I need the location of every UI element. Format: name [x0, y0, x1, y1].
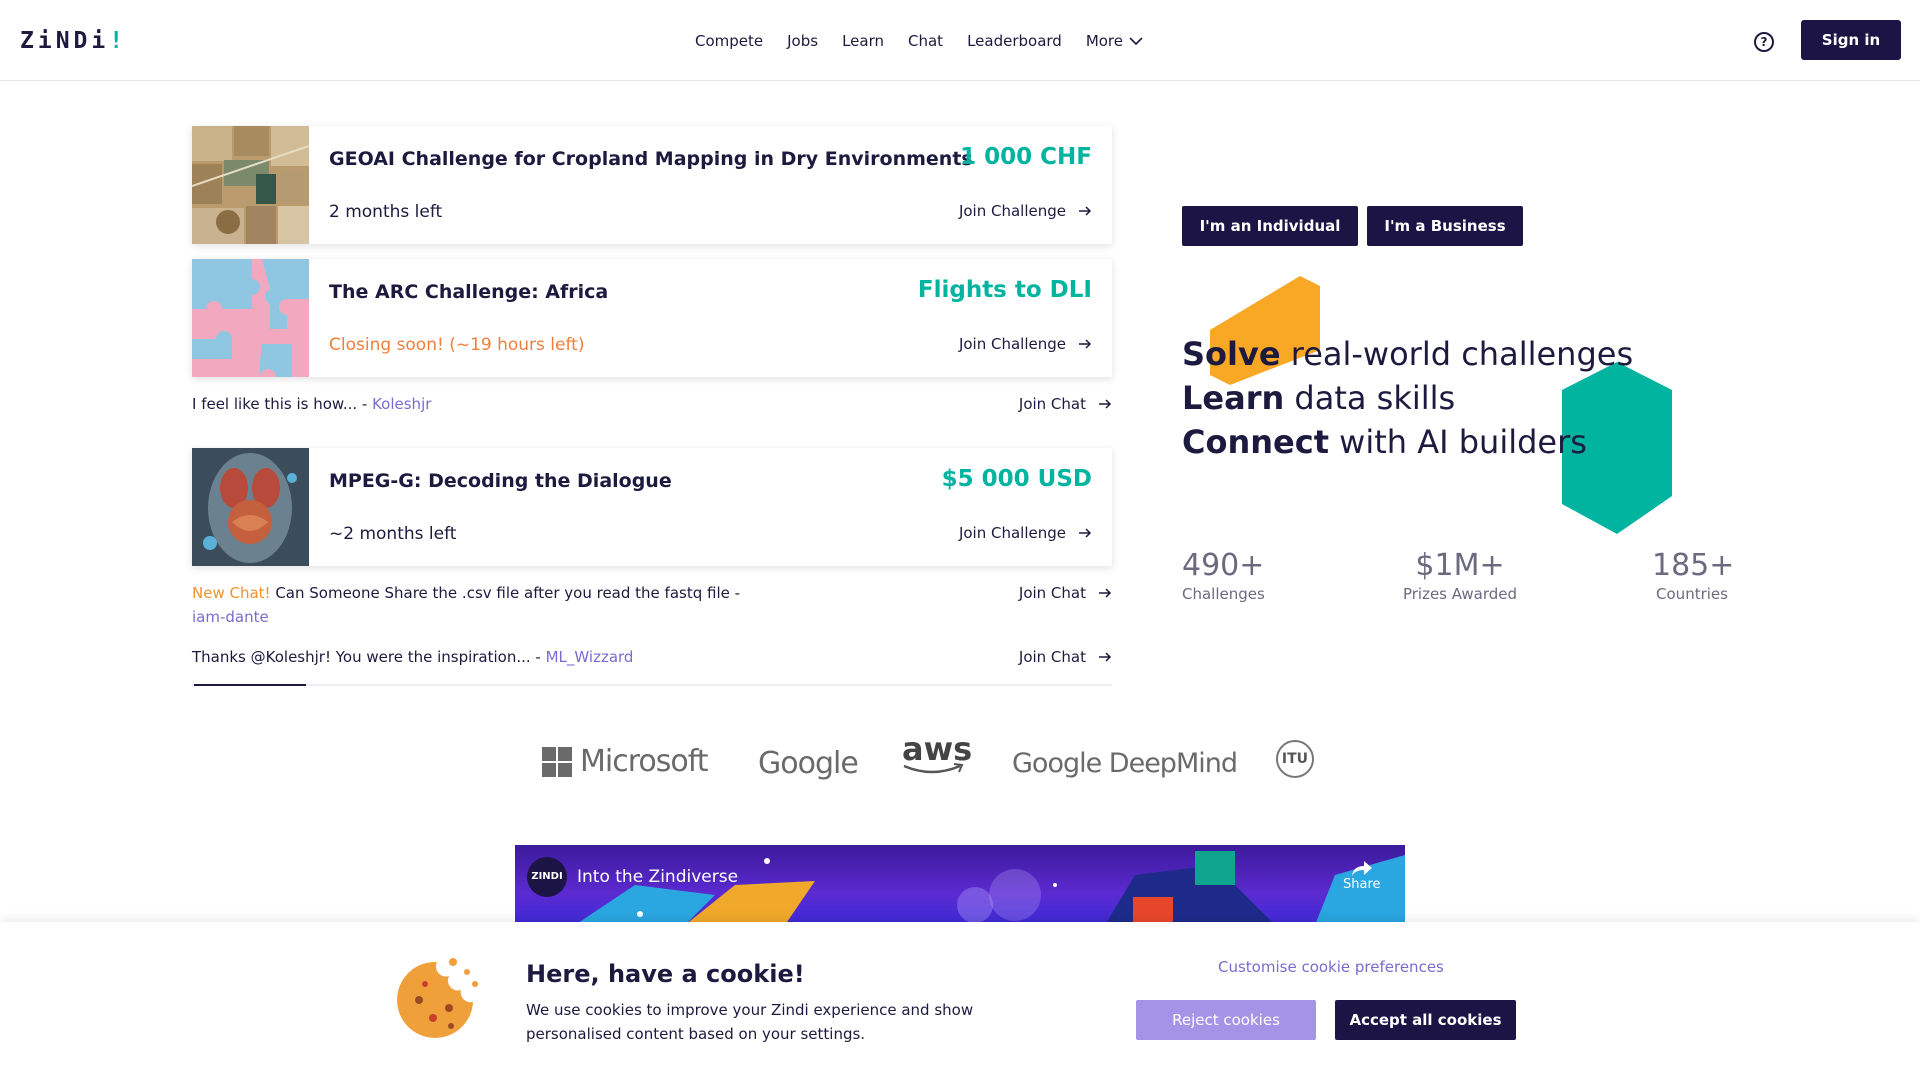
chat-text: I feel like this is how... -: [192, 395, 373, 413]
join-chat-label: Join Chat: [1018, 584, 1086, 602]
stat-prizes: $1M+ Prizes Awarded: [1400, 548, 1520, 603]
join-challenge-label: Join Challenge: [958, 524, 1066, 542]
hero-tagline: Solve real-world challenges Learn data s…: [1182, 332, 1633, 464]
nav-learn[interactable]: Learn: [842, 32, 884, 50]
stat-label: Challenges: [1182, 585, 1265, 603]
chat-user-link[interactable]: iam-dante: [192, 608, 269, 626]
join-challenge-link[interactable]: Join Challenge: [959, 335, 1092, 353]
join-challenge-link[interactable]: Join Challenge: [959, 524, 1092, 542]
logo-bang: !: [109, 28, 128, 54]
share-label: Share: [1343, 877, 1381, 892]
reject-cookies-button[interactable]: Reject cookies: [1136, 1000, 1316, 1040]
arrow-right-icon: [1099, 399, 1112, 409]
scroll-indicator: [194, 684, 306, 686]
challenge-card[interactable]: The ARC Challenge: Africa Flights to DLI…: [192, 259, 1112, 377]
join-chat-label: Join Chat: [1018, 395, 1086, 413]
microsoft-logo: Microsoft: [542, 744, 709, 779]
stat-value: 185+: [1652, 548, 1735, 583]
new-chat-badge: New Chat!: [192, 584, 271, 602]
join-chat-label: Join Chat: [1018, 648, 1086, 666]
challenge-prize: 1 000 CHF: [960, 144, 1092, 170]
accept-cookies-button[interactable]: Accept all cookies: [1335, 1000, 1516, 1040]
stat-countries: 185+ Countries: [1652, 548, 1735, 603]
challenge-thumbnail: [192, 448, 309, 566]
challenge-status: Closing soon! (~19 hours left): [329, 335, 585, 355]
top-nav-bar: ZiNDi! Compete Jobs Learn Chat Leaderboa…: [0, 0, 1920, 81]
help-icon[interactable]: ?: [1754, 32, 1774, 52]
chat-text: Can Someone Share the .csv file after yo…: [270, 584, 741, 602]
chat-message: New Chat! Can Someone Share the .csv fil…: [192, 581, 762, 629]
challenge-title[interactable]: The ARC Challenge: Africa: [329, 281, 608, 303]
nav-more-label: More: [1085, 32, 1123, 50]
stat-label: Countries: [1656, 585, 1728, 603]
deepmind-logo: Google DeepMind: [1012, 748, 1238, 779]
partner-logos: Microsoft Google aws Google DeepMind ITU: [540, 730, 1320, 790]
cookie-banner: Here, have a cookie! We use cookies to i…: [0, 922, 1920, 1080]
arrow-right-icon: [1079, 339, 1092, 349]
logo-text: ZiNDi: [20, 28, 110, 54]
sign-in-button[interactable]: Sign in: [1801, 20, 1901, 60]
customise-cookies-link[interactable]: Customise cookie preferences: [1218, 958, 1444, 976]
aws-logo: aws: [902, 730, 972, 776]
chevron-down-icon: [1129, 37, 1143, 46]
individual-button[interactable]: I'm an Individual: [1182, 206, 1358, 246]
challenge-status: ~2 months left: [329, 524, 457, 544]
arrow-right-icon: [1079, 528, 1092, 538]
cookie-description: We use cookies to improve your Zindi exp…: [526, 1001, 974, 1043]
challenge-prize: Flights to DLI: [917, 277, 1092, 303]
challenge-card[interactable]: GEOAI Challenge for Cropland Mapping in …: [192, 126, 1112, 244]
video-embed[interactable]: ZINDI Into the Zindiverse Share: [515, 845, 1405, 925]
challenge-thumbnail: [192, 259, 309, 377]
challenge-status: 2 months left: [329, 202, 443, 222]
microsoft-grid-icon: [542, 746, 572, 777]
challenge-prize: $5 000 USD: [941, 466, 1092, 492]
share-button[interactable]: Share: [1343, 859, 1381, 892]
join-challenge-link[interactable]: Join Challenge: [959, 202, 1092, 220]
arrow-right-icon: [1099, 588, 1112, 598]
stat-challenges: 490+ Challenges: [1182, 548, 1265, 603]
challenge-title[interactable]: MPEG-G: Decoding the Dialogue: [329, 470, 672, 492]
nav-compete[interactable]: Compete: [695, 32, 763, 50]
chat-message: I feel like this is how... - Koleshjr: [192, 392, 762, 416]
chat-text: Thanks @Koleshjr! You were the inspirati…: [192, 648, 546, 666]
chat-user-link[interactable]: Koleshjr: [372, 395, 431, 413]
join-chat-link[interactable]: Join Chat: [1019, 645, 1112, 669]
challenge-card[interactable]: MPEG-G: Decoding the Dialogue $5 000 USD…: [192, 448, 1112, 566]
nav-jobs[interactable]: Jobs: [787, 32, 818, 50]
arrow-right-icon: [1079, 206, 1092, 216]
stat-value: $1M+: [1415, 548, 1505, 583]
stat-label: Prizes Awarded: [1402, 585, 1518, 603]
join-chat-link[interactable]: Join Chat: [1019, 581, 1112, 605]
stat-value: 490+: [1182, 548, 1265, 583]
section-divider: [192, 684, 1112, 686]
join-challenge-label: Join Challenge: [958, 335, 1066, 353]
chat-message: Thanks @Koleshjr! You were the inspirati…: [192, 645, 762, 669]
itu-logo: ITU: [1276, 740, 1314, 778]
challenge-thumbnail: [192, 126, 309, 244]
challenge-title[interactable]: GEOAI Challenge for Cropland Mapping in …: [329, 148, 973, 170]
nav-more[interactable]: More: [1086, 32, 1143, 50]
join-chat-link[interactable]: Join Chat: [1019, 392, 1112, 416]
business-button[interactable]: I'm a Business: [1367, 206, 1523, 246]
hero-line: Learn data skills: [1182, 379, 1456, 417]
arrow-right-icon: [1099, 652, 1112, 662]
share-icon: [1351, 861, 1372, 876]
nav-leaderboard[interactable]: Leaderboard: [967, 32, 1062, 50]
join-challenge-label: Join Challenge: [958, 202, 1066, 220]
cookie-icon: [397, 958, 478, 1038]
video-title[interactable]: Into the Zindiverse: [577, 867, 738, 887]
nav-chat[interactable]: Chat: [908, 32, 943, 50]
google-logo: Google: [758, 746, 859, 781]
hero-line: Connect with AI builders: [1182, 423, 1587, 461]
channel-avatar[interactable]: ZINDI: [527, 857, 567, 897]
main-nav: Compete Jobs Learn Chat Leaderboard More: [695, 22, 1143, 60]
cookie-title: Here, have a cookie!: [526, 960, 805, 988]
chat-user-link[interactable]: ML_Wizzard: [546, 648, 634, 666]
zindi-logo[interactable]: ZiNDi!: [20, 28, 127, 54]
hero-line: Solve real-world challenges: [1182, 335, 1634, 373]
